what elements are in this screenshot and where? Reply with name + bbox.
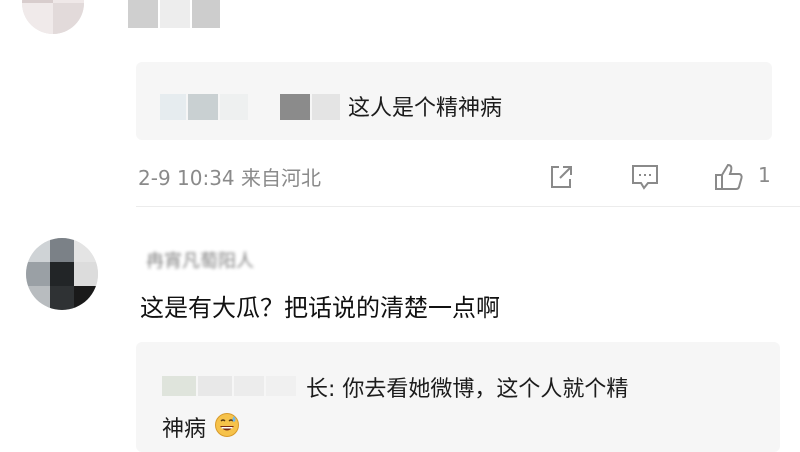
timestamp-location: 2-9 10:34 来自河北 <box>138 166 322 190</box>
reply-username-pixelated <box>160 92 340 124</box>
share-button[interactable] <box>544 160 578 194</box>
like-icon <box>715 163 743 190</box>
reply-card[interactable]: 长: 你去看她微博，这个人就个精 神病 <box>136 342 780 452</box>
divider <box>136 206 800 207</box>
reply-text-line2: 神病 <box>162 417 207 442</box>
like-button[interactable] <box>712 160 746 194</box>
grin-sweat-emoji-icon <box>214 412 240 438</box>
reply-text: 这人是个精神病 <box>348 96 503 121</box>
avatar[interactable] <box>22 0 84 34</box>
username[interactable]: 冉宵凡萄阳人 <box>146 247 254 273</box>
avatar[interactable] <box>26 238 98 310</box>
comment-meta-row: 2-9 10:34 来自河北 1 <box>138 160 778 192</box>
comment-icon <box>632 165 658 190</box>
reply-username-pixelated <box>162 372 312 400</box>
comment-text: 这是有大瓜？把话说的清楚一点啊 <box>140 294 500 322</box>
username-pixelated <box>128 0 224 32</box>
reply-text-line1: 长: 你去看她微博，这个人就个精 <box>306 377 629 402</box>
comment-button[interactable] <box>628 160 662 194</box>
share-icon <box>551 166 572 188</box>
reply-card[interactable]: 这人是个精神病 <box>136 62 772 140</box>
like-count: 1 <box>758 163 771 187</box>
